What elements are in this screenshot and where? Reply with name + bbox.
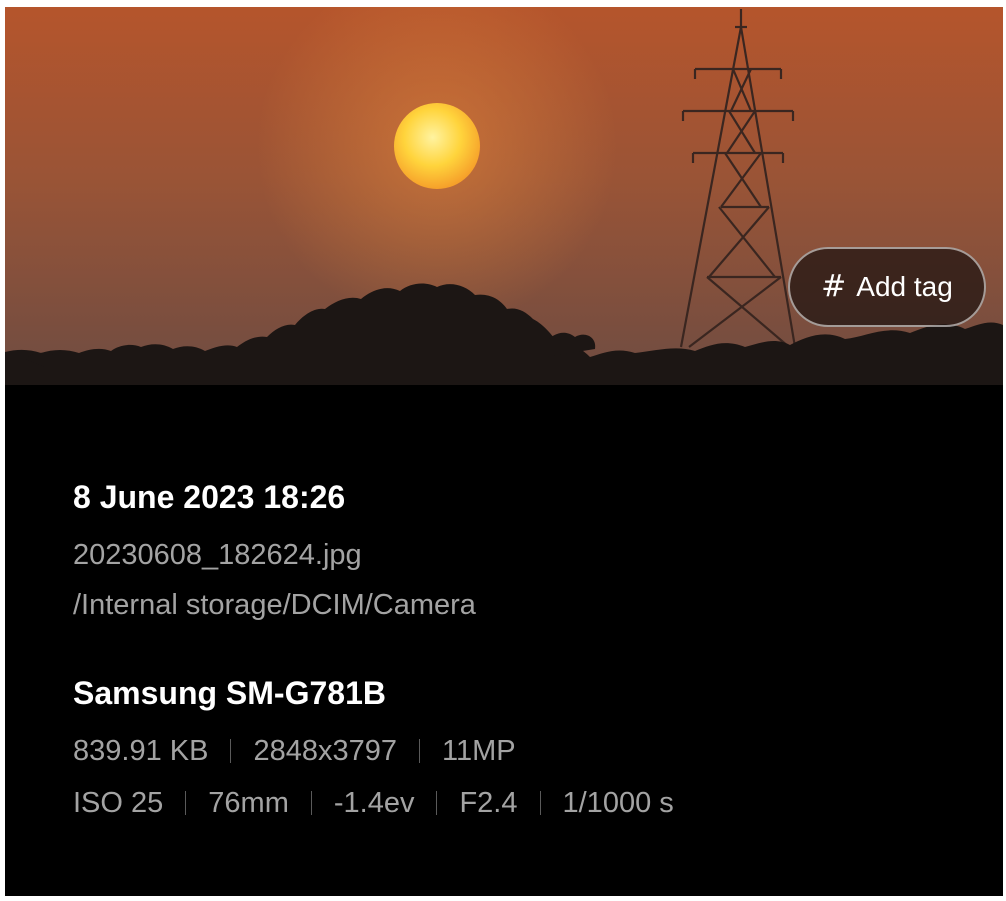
separator xyxy=(539,791,541,815)
exposure-value: -1.4ev xyxy=(333,787,415,819)
iso-value: ISO 25 xyxy=(73,787,164,819)
aperture: F2.4 xyxy=(459,787,518,819)
separator xyxy=(230,739,232,763)
details-panel: 8 June 2023 18:26 20230608_182624.jpg /I… xyxy=(73,477,963,829)
hash-icon: # xyxy=(821,269,847,304)
add-tag-label: Add tag xyxy=(856,271,953,302)
camera-specs-row: ISO 25 76mm -1.4ev F2.4 1/1000 s xyxy=(73,777,963,829)
shutter-speed: 1/1000 s xyxy=(562,787,674,819)
file-specs-row: 839.91 KB 2848x3797 11MP xyxy=(73,725,963,777)
photo-details-screen: # Add tag 8 June 2023 18:26 20230608_182… xyxy=(5,7,1003,896)
date-time-title: 8 June 2023 18:26 xyxy=(73,479,346,515)
separator xyxy=(185,791,187,815)
megapixels: 11MP xyxy=(441,735,516,767)
sun xyxy=(394,103,480,189)
add-tag-button[interactable]: # Add tag xyxy=(788,247,986,327)
file-name: 20230608_182624.jpg xyxy=(73,539,362,571)
resolution: 2848x3797 xyxy=(253,735,397,767)
focal-length: 76mm xyxy=(208,787,289,819)
separator xyxy=(436,791,438,815)
separator xyxy=(310,791,312,815)
file-size: 839.91 KB xyxy=(73,735,209,767)
file-path[interactable]: /Internal storage/DCIM/Camera xyxy=(73,583,963,633)
device-name: Samsung SM-G781B xyxy=(73,675,386,711)
photo-preview[interactable]: # Add tag xyxy=(5,7,1003,385)
sunset-photo xyxy=(5,7,1003,385)
separator xyxy=(418,739,420,763)
